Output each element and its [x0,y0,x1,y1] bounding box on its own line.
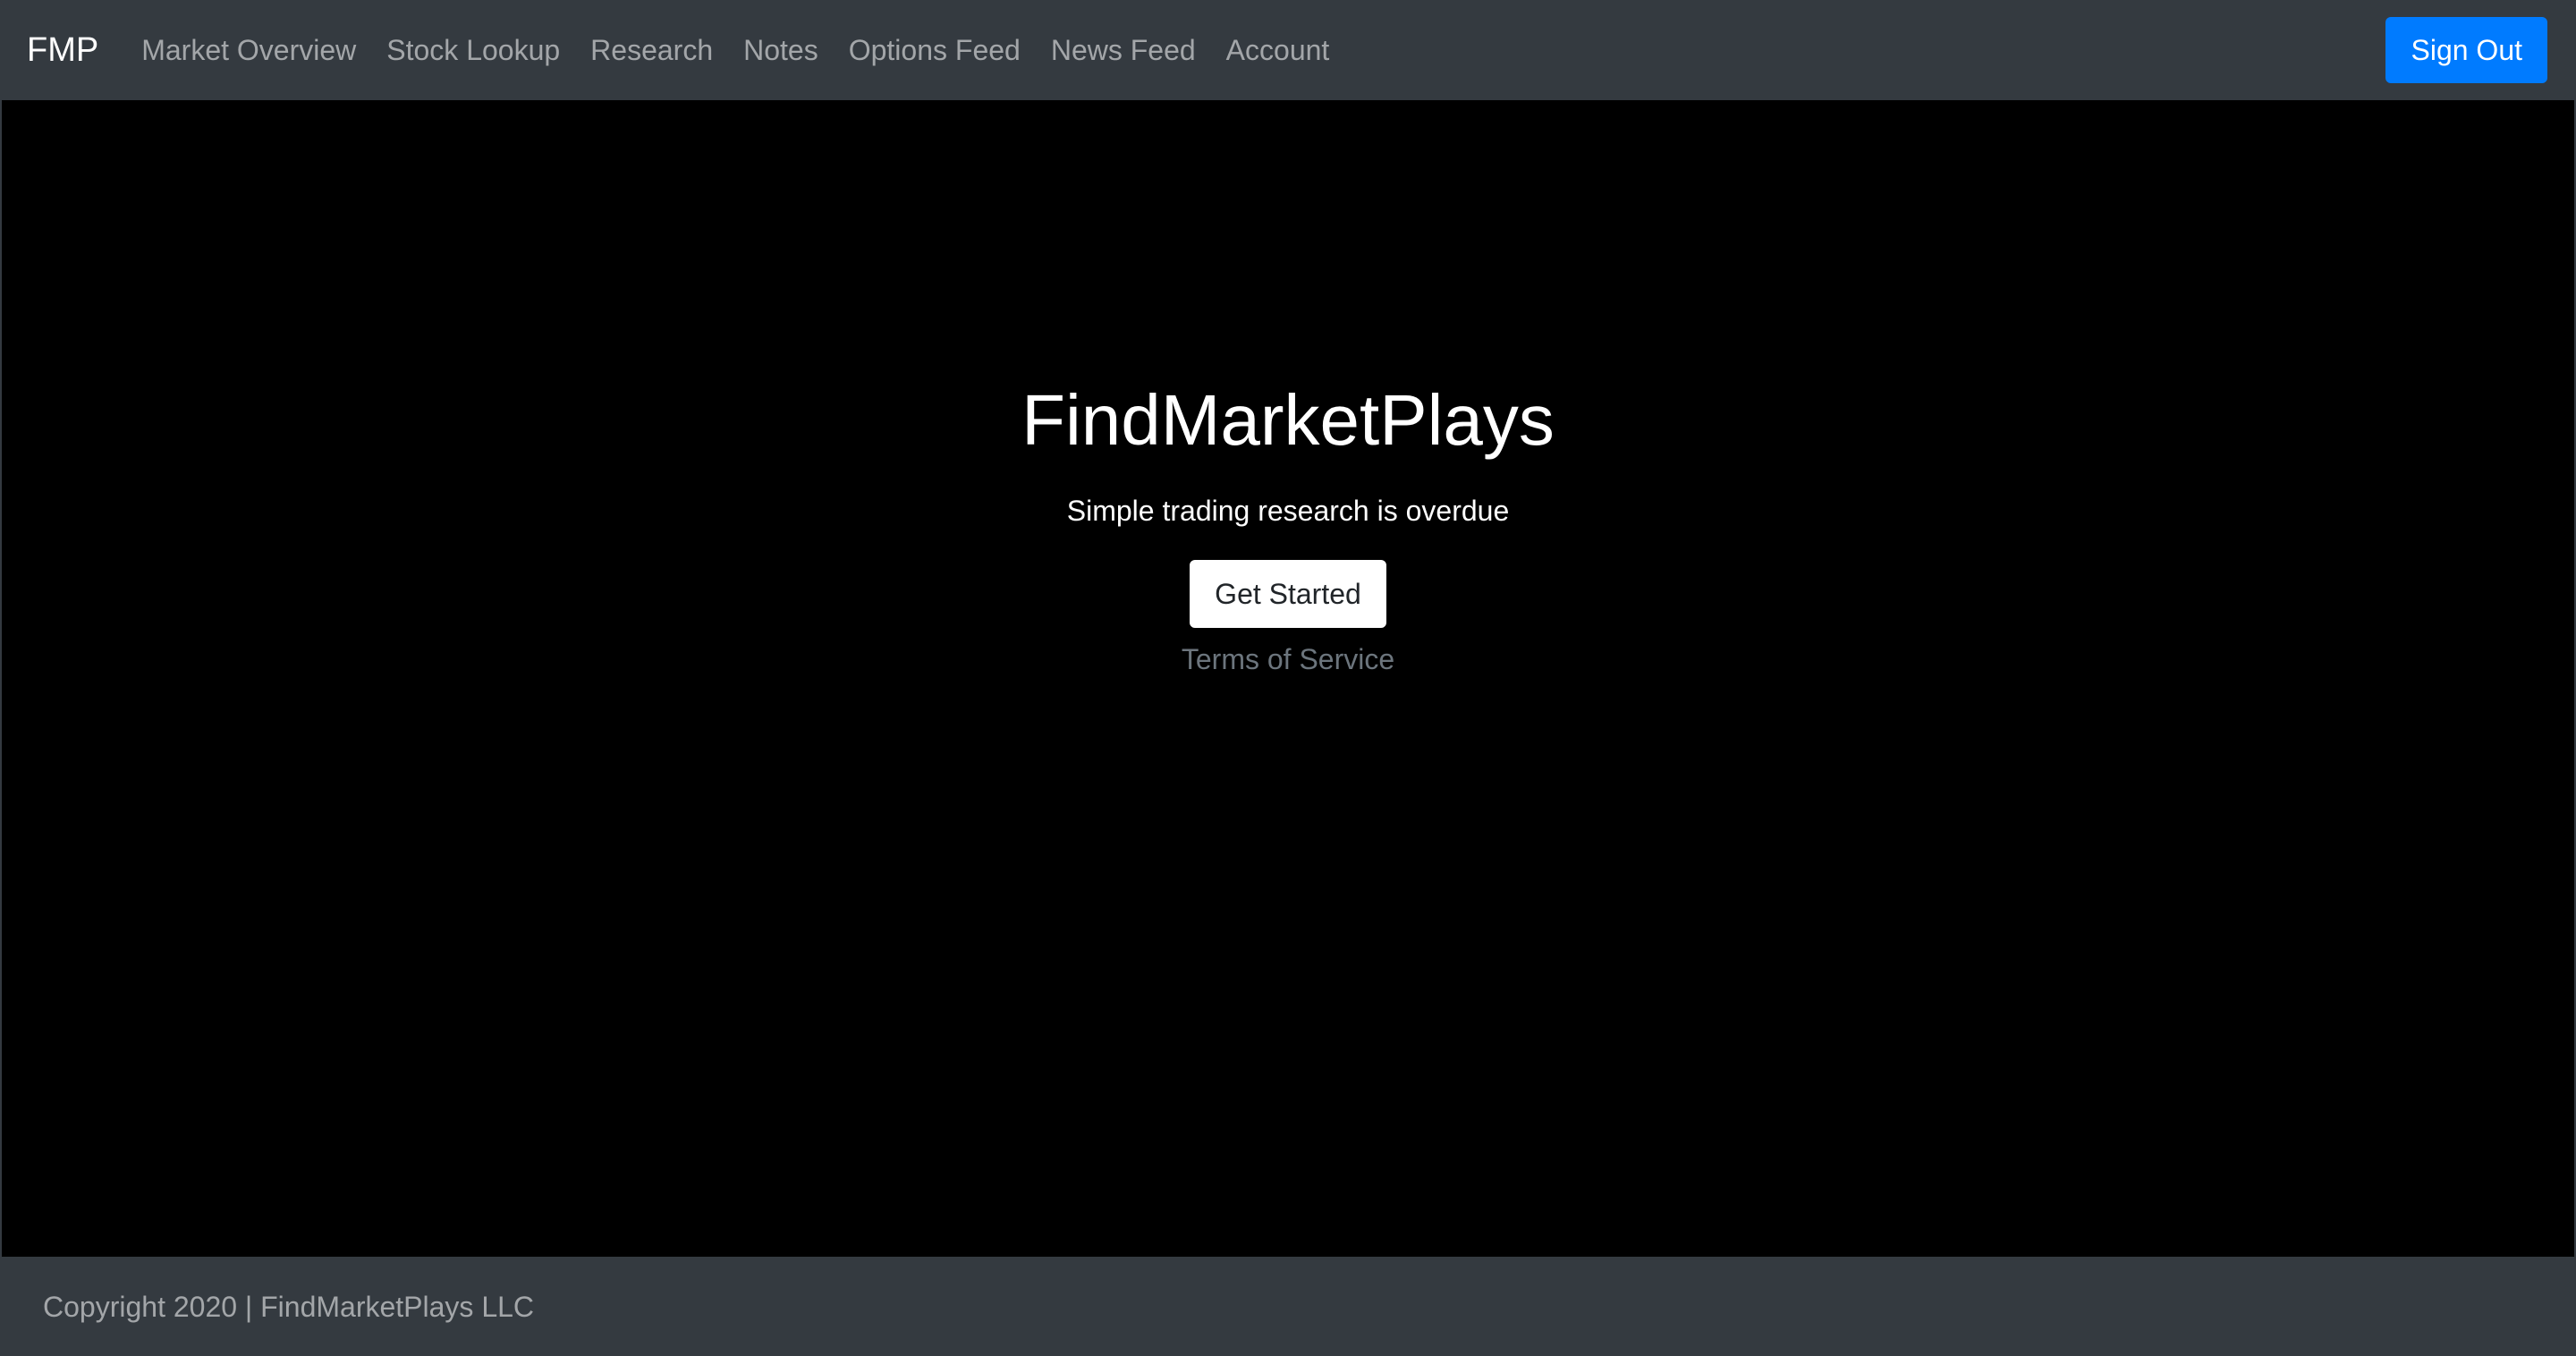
nav-link-stock-lookup[interactable]: Stock Lookup [386,36,560,64]
footer-copyright: Copyright 2020 | FindMarketPlays LLC [43,1290,535,1323]
nav-link-market-overview[interactable]: Market Overview [141,36,356,64]
get-started-button[interactable]: Get Started [1190,560,1386,629]
nav-link-account[interactable]: Account [1226,36,1330,64]
nav-link-notes[interactable]: Notes [743,36,818,64]
nav-link-options-feed[interactable]: Options Feed [849,36,1021,64]
hero-content: FindMarketPlays Simple trading research … [2,379,2574,677]
hero-subtitle: Simple trading research is overdue [1066,495,1510,527]
hero-title: FindMarketPlays [1021,380,1555,460]
nav-links: Market Overview Stock Lookup Research No… [141,36,1329,64]
nav-link-news-feed[interactable]: News Feed [1051,36,1196,64]
top-navbar: FMP Market Overview Stock Lookup Researc… [0,0,2576,100]
page-footer: Copyright 2020 | FindMarketPlays LLC [0,1257,2576,1356]
nav-link-research[interactable]: Research [590,36,713,64]
hero-section: FindMarketPlays Simple trading research … [0,100,2576,1257]
brand-logo[interactable]: FMP [27,33,98,67]
sign-out-button[interactable]: Sign Out [2385,17,2547,83]
terms-of-service-link[interactable]: Terms of Service [2,642,2574,676]
